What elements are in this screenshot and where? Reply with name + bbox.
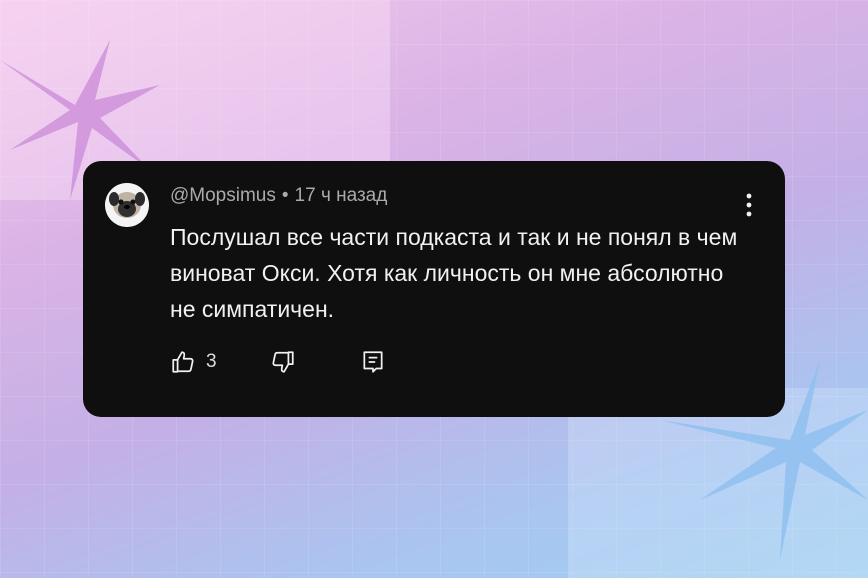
comment-text: Послушал все части подкаста и так и не п…	[170, 224, 738, 322]
comment-card: @Mopsimus • 17 ч назад Послушал все части …	[83, 161, 785, 417]
like-button[interactable]: 3	[170, 349, 217, 375]
thumbs-up-icon	[172, 351, 194, 373]
dislike-button[interactable]	[270, 349, 296, 375]
more-options-button[interactable]	[743, 191, 755, 219]
more-vertical-icon	[746, 193, 752, 217]
meta-separator: •	[281, 185, 289, 206]
comment-meta: @Mopsimus • 17 ч назад	[170, 185, 387, 207]
reply-comment-icon	[363, 351, 383, 373]
username-link[interactable]: @Mopsimus	[170, 185, 276, 206]
pug-avatar-icon	[105, 183, 149, 227]
comment-time[interactable]: 17 ч назад	[295, 185, 388, 206]
like-count: 3	[206, 351, 217, 372]
reply-button[interactable]	[360, 349, 386, 375]
avatar[interactable]	[105, 183, 149, 227]
thumbs-down-icon	[272, 351, 294, 373]
